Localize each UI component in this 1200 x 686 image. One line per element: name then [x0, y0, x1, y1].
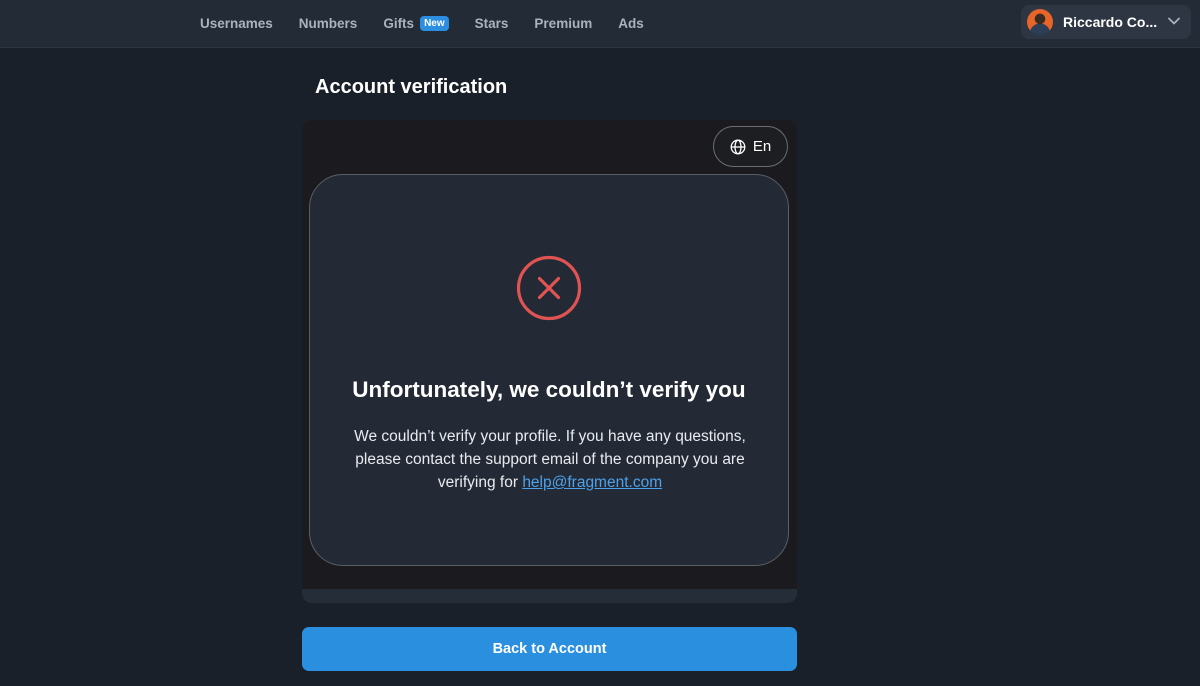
frame-footer	[302, 589, 797, 603]
nav-item-ads[interactable]: Ads	[618, 16, 644, 31]
page-title: Account verification	[315, 76, 508, 98]
result-title: Unfortunately, we couldn’t verify you	[352, 377, 746, 402]
nav-item-label: Ads	[618, 15, 644, 31]
top-navigation-bar: Usernames Numbers Gifts New Stars Premiu…	[0, 0, 1200, 48]
nav-item-label: Stars	[474, 15, 509, 31]
support-email-link[interactable]: help@fragment.com	[522, 474, 662, 491]
nav-item-numbers[interactable]: Numbers	[299, 16, 358, 31]
language-selector[interactable]: En	[713, 126, 788, 167]
verification-frame: En Unfortunately, we couldn’t verify you…	[302, 120, 797, 603]
nav-item-label: Usernames	[200, 15, 273, 31]
globe-icon	[730, 139, 746, 154]
nav-item-gifts[interactable]: Gifts New	[383, 15, 449, 31]
nav-item-label: Gifts	[383, 15, 415, 31]
nav-item-label: Numbers	[298, 15, 358, 31]
chevron-down-icon	[1168, 17, 1180, 25]
back-to-account-button[interactable]: Back to Account	[302, 627, 797, 671]
avatar	[1027, 9, 1053, 35]
user-name: Riccardo Co...	[1063, 14, 1158, 30]
nav-item-stars[interactable]: Stars	[475, 16, 509, 31]
language-label: En	[752, 138, 772, 155]
new-badge: New	[420, 15, 449, 31]
nav-item-premium[interactable]: Premium	[534, 16, 592, 31]
error-x-circle-icon	[516, 255, 582, 321]
main-nav: Usernames Numbers Gifts New Stars Premiu…	[200, 0, 670, 46]
result-message: We couldn’t verify your profile. If you …	[330, 425, 770, 494]
account-menu-button[interactable]: Riccardo Co...	[1021, 5, 1191, 39]
verification-result-card: Unfortunately, we couldn’t verify you We…	[309, 174, 789, 566]
nav-item-label: Premium	[534, 15, 593, 31]
nav-item-usernames[interactable]: Usernames	[200, 16, 273, 31]
